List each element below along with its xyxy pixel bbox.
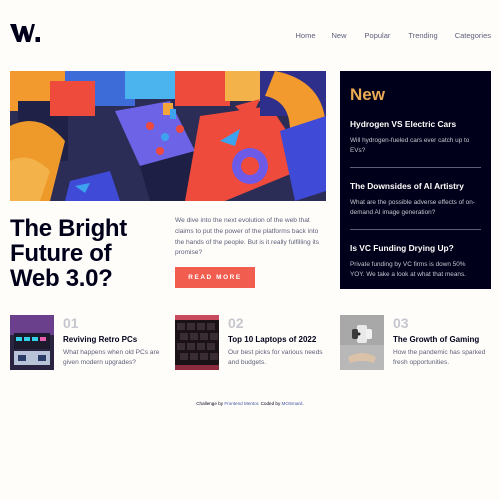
gaming-controller-image bbox=[340, 315, 384, 370]
card-description: Our best picks for various needs and bud… bbox=[228, 349, 323, 366]
hero-image bbox=[10, 71, 326, 201]
abstract-blocks-graphic bbox=[10, 71, 326, 201]
author-link[interactable]: MOSmard bbox=[282, 401, 303, 406]
main-nav: Home New Popular Trending Categories bbox=[296, 31, 492, 40]
footer-prefix: Challenge by bbox=[196, 401, 225, 406]
attribution-footer: Challenge by Frontend Mentor. Coded by M… bbox=[0, 401, 500, 406]
new-item-title[interactable]: Is VC Funding Drying Up? bbox=[350, 243, 481, 254]
card-title[interactable]: The Growth of Gaming bbox=[393, 335, 479, 344]
hero-description: We dive into the next evolution of the w… bbox=[175, 217, 320, 257]
nav-new[interactable]: New bbox=[332, 31, 347, 40]
new-panel: New Hydrogen VS Electric Cars Will hydro… bbox=[340, 71, 491, 289]
hero-headline: The Bright Future of Web 3.0? bbox=[10, 215, 127, 292]
nav-trending[interactable]: Trending bbox=[408, 31, 437, 40]
new-item-title[interactable]: The Downsides of AI Artistry bbox=[350, 181, 481, 192]
new-item[interactable]: Is VC Funding Drying Up? Private funding… bbox=[350, 243, 481, 280]
new-item-title[interactable]: Hydrogen VS Electric Cars bbox=[350, 119, 481, 130]
card-description: How the pandemic has sparked fresh oppor… bbox=[393, 349, 486, 366]
retro-pc-thumbnail bbox=[10, 315, 54, 370]
new-panel-title: New bbox=[350, 85, 385, 104]
card-title[interactable]: Reviving Retro PCs bbox=[63, 335, 137, 344]
logo-w-icon bbox=[10, 24, 40, 42]
gaming-thumbnail bbox=[340, 315, 384, 370]
card-description: What happens when old PCs are given mode… bbox=[63, 349, 160, 366]
divider bbox=[350, 229, 481, 230]
new-item[interactable]: The Downsides of AI Artistry What are th… bbox=[350, 181, 481, 218]
divider bbox=[350, 167, 481, 168]
new-item-desc: Private funding by VC firms is down 50% … bbox=[350, 261, 466, 278]
retro-pc-image bbox=[10, 315, 54, 370]
card-number: 01 bbox=[63, 315, 79, 331]
laptop-keyboard-image bbox=[175, 315, 219, 370]
card-number: 03 bbox=[393, 315, 409, 331]
new-item[interactable]: Hydrogen VS Electric Cars Will hydrogen-… bbox=[350, 119, 481, 156]
nav-home[interactable]: Home bbox=[296, 31, 316, 40]
card-title[interactable]: Top 10 Laptops of 2022 bbox=[228, 335, 316, 344]
article-card[interactable]: 03 The Growth of Gaming How the pandemic… bbox=[340, 315, 495, 370]
article-card[interactable]: 02 Top 10 Laptops of 2022 Our best picks… bbox=[175, 315, 330, 370]
nav-categories[interactable]: Categories bbox=[455, 31, 491, 40]
laptop-thumbnail bbox=[175, 315, 219, 370]
logo[interactable] bbox=[10, 22, 40, 44]
nav-popular[interactable]: Popular bbox=[365, 31, 391, 40]
frontend-mentor-link[interactable]: Frontend Mentor bbox=[224, 401, 258, 406]
new-item-desc: What are the possible adverse effects of… bbox=[350, 199, 475, 216]
new-item-desc: Will hydrogen-fueled cars ever catch up … bbox=[350, 137, 470, 154]
read-more-button[interactable]: READ MORE bbox=[175, 267, 255, 288]
footer-middle: . Coded by bbox=[258, 401, 282, 406]
card-number: 02 bbox=[228, 315, 244, 331]
article-card[interactable]: 01 Reviving Retro PCs What happens when … bbox=[10, 315, 165, 370]
footer-suffix: . bbox=[302, 401, 304, 406]
